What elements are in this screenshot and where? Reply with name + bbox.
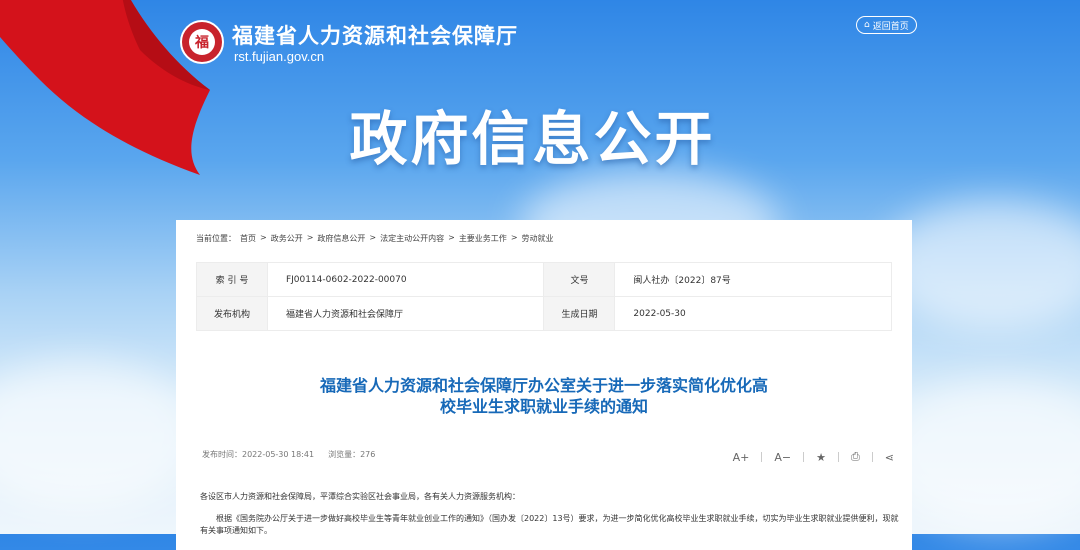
index-label: 索 引 号 [196,262,268,297]
site-logo[interactable]: 福 [180,20,224,64]
toolbar-divider [761,452,763,462]
back-home-button[interactable]: ⌂ 返回首页 [856,16,917,34]
breadcrumb-item-gov-affairs[interactable]: 政务公开 [271,233,303,244]
date-value: 2022-05-30 [614,296,892,331]
document-title-line1: 福建省人力资源和社会保障厅办公室关于进一步落实简化优化高 [319,376,768,395]
docno-value: 闽人社办〔2022〕87号 [614,262,892,297]
print-icon[interactable]: ⎙ [851,450,860,464]
document-toolbar: A+ A− ★ ⎙ ⋖ [733,450,894,464]
toolbar-divider [837,452,839,462]
font-increase-button[interactable]: A+ [733,451,750,464]
toolbar-divider [803,452,805,462]
content-panel: 当前位置： 首页 > 政务公开 > 政府信息公开 > 法定主动公开内容 > 主要业务工作… [176,220,912,550]
breadcrumb-prefix: 当前位置： [196,234,236,243]
font-decrease-button[interactable]: A− [774,451,791,464]
breadcrumb-item-home[interactable]: 首页 [240,233,256,244]
site-title[interactable]: 福建省人力资源和社会保障厅 [232,20,518,50]
document-meta-table: 索 引 号 FJ00114-0602-2022-00070 文号 闽人社办〔20… [196,262,892,331]
breadcrumb: 当前位置： 首页 > 政务公开 > 政府信息公开 > 法定主动公开内容 > 主要业务工作… [196,233,554,244]
document-info: 发布时间：2022-05-30 18:41 浏览量：276 [202,449,375,460]
date-label: 生成日期 [543,296,616,331]
share-icon[interactable]: ⋖ [885,451,894,464]
toolbar-divider [871,452,873,462]
home-icon: ⌂ [864,20,870,30]
document-title: 福建省人力资源和社会保障厅办公室关于进一步落实简化优化高 校毕业生求职就业手续的… [176,375,912,417]
back-home-label: 返回首页 [872,21,909,32]
body-paragraph-intro: 根据《国务院办公厅关于进一步做好高校毕业生等青年就业创业工作的通知》（国办发〔2… [200,514,899,535]
publish-time: 发布时间：2022-05-30 18:41 [202,450,315,459]
breadcrumb-item-info-disclosure[interactable]: 政府信息公开 [317,233,365,244]
breadcrumb-item-statutory[interactable]: 法定主动公开内容 [380,233,444,244]
issuer-value: 福建省人力资源和社会保障厅 [266,296,545,331]
breadcrumb-item-employment[interactable]: 劳动就业 [522,233,554,244]
body-paragraph-addressee: 各设区市人力资源和社会保障局，平潭综合实验区社会事业局，各有关人力资源服务机构： [200,492,520,501]
issuer-label: 发布机构 [196,296,268,331]
logo-emblem-icon: 福 [189,29,215,55]
breadcrumb-item-main-work[interactable]: 主要业务工作 [459,233,507,244]
index-value: FJ00114-0602-2022-00070 [266,262,545,297]
favorite-star-icon[interactable]: ★ [816,451,826,464]
hero-title: 政府信息公开 [349,105,716,173]
document-body: 各设区市人力资源和社会保障局，平潭综合实验区社会事业局，各有关人力资源服务机构：… [200,491,900,547]
site-url: rst.fujian.gov.cn [234,49,325,64]
view-count: 浏览量：276 [328,450,376,459]
document-title-line2: 校毕业生求职就业手续的通知 [439,397,648,416]
cloud-decoration [0,360,200,510]
docno-label: 文号 [543,262,616,297]
